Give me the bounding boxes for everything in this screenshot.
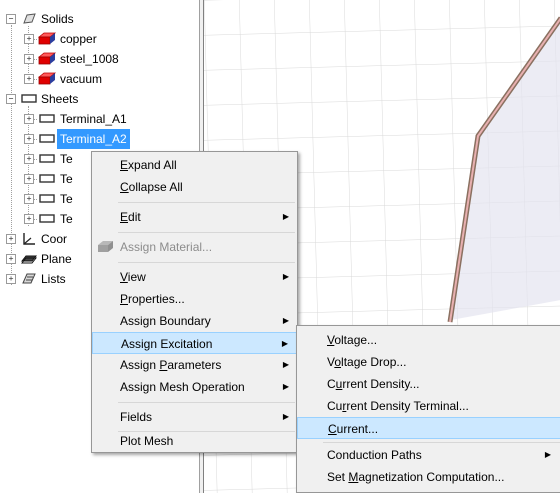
menu-item-plot-mesh[interactable]: Plot Mesh <box>92 430 297 452</box>
tree-label: copper <box>60 32 97 46</box>
tree-label: Plane <box>41 252 72 266</box>
submenu-item-voltage-drop[interactable]: Voltage Drop... <box>297 351 560 373</box>
tree-node-vacuum[interactable]: + vacuum <box>0 69 200 89</box>
material-box-icon <box>37 32 57 45</box>
tree-label: vacuum <box>60 72 103 86</box>
context-menu: Expand All Collapse All Edit ▶ Assign Ma… <box>91 151 298 453</box>
menu-item-expand-all[interactable]: Expand All <box>92 154 297 176</box>
expand-icon[interactable]: + <box>24 174 34 184</box>
expand-icon[interactable]: + <box>24 134 34 144</box>
expand-icon[interactable]: + <box>24 194 34 204</box>
tree-node-terminal-a2[interactable]: + Terminal_A2 <box>0 129 200 149</box>
expand-icon[interactable]: + <box>24 154 34 164</box>
submenu-arrow-icon: ▶ <box>282 382 289 391</box>
assign-material-icon <box>98 241 113 252</box>
expand-icon[interactable]: + <box>24 34 34 44</box>
submenu-arrow-icon: ▶ <box>282 316 289 325</box>
solids-folder-icon <box>23 13 36 24</box>
submenu-item-set-magnetization-computation[interactable]: Set Magnetization Computation... <box>297 466 560 488</box>
tree-node-sheets[interactable]: − Sheets <box>0 89 200 109</box>
submenu-item-voltage[interactable]: Voltage... <box>297 329 560 351</box>
submenu-arrow-icon: ▶ <box>282 272 289 281</box>
expand-icon[interactable]: + <box>6 234 16 244</box>
menu-separator <box>323 442 560 443</box>
tree-label: Te <box>60 152 73 166</box>
menu-item-assign-parameters[interactable]: Assign Parameters ▶ <box>92 354 297 376</box>
menu-item-fields[interactable]: Fields ▶ <box>92 406 297 428</box>
tree-node-copper[interactable]: + copper <box>0 29 200 49</box>
collapse-icon[interactable]: − <box>6 14 16 24</box>
assign-excitation-submenu: Voltage... Voltage Drop... Current Densi… <box>296 325 560 493</box>
submenu-item-current-density[interactable]: Current Density... <box>297 373 560 395</box>
submenu-item-current-density-terminal[interactable]: Current Density Terminal... <box>297 395 560 417</box>
tree-label: Terminal_A1 <box>60 112 127 126</box>
menu-item-assign-excitation[interactable]: Assign Excitation ▶ <box>92 332 297 354</box>
sheet-icon <box>39 134 55 143</box>
tree-label: Te <box>60 172 73 186</box>
tree-node-solids[interactable]: − Solids <box>0 9 200 29</box>
expand-icon[interactable]: + <box>24 214 34 224</box>
menu-item-assign-mesh-operation[interactable]: Assign Mesh Operation ▶ <box>92 376 297 398</box>
submenu-item-current[interactable]: Current... <box>297 417 560 439</box>
sheet-icon <box>39 194 55 203</box>
material-box-icon <box>37 52 57 65</box>
lists-icon <box>22 273 36 284</box>
tree-node-steel-1008[interactable]: + steel_1008 <box>0 49 200 69</box>
tree-label: Solids <box>41 12 74 26</box>
tree-node-terminal-a1[interactable]: + Terminal_A1 <box>0 109 200 129</box>
submenu-arrow-icon: ▶ <box>282 360 289 369</box>
sheet-icon <box>21 94 37 103</box>
tree-label-selected: Terminal_A2 <box>57 129 130 149</box>
tree-label: Te <box>60 212 73 226</box>
planes-icon <box>20 255 38 264</box>
submenu-arrow-icon: ▶ <box>544 450 551 459</box>
tree-label: Coor <box>41 232 68 246</box>
submenu-arrow-icon: ▶ <box>281 339 288 348</box>
sheet-icon <box>39 214 55 223</box>
tree-label: Lists <box>41 272 66 286</box>
menu-item-view[interactable]: View ▶ <box>92 266 297 288</box>
submenu-arrow-icon: ▶ <box>282 412 289 421</box>
menu-item-edit[interactable]: Edit ▶ <box>92 206 297 228</box>
menu-item-assign-boundary[interactable]: Assign Boundary ▶ <box>92 310 297 332</box>
expand-icon[interactable]: + <box>6 274 16 284</box>
sheet-icon <box>39 154 55 163</box>
expand-icon[interactable]: + <box>24 114 34 124</box>
tree-label: Te <box>60 192 73 206</box>
tree-label: Sheets <box>41 92 79 106</box>
submenu-arrow-icon: ▶ <box>282 212 289 221</box>
collapse-icon[interactable]: − <box>6 94 16 104</box>
menu-separator <box>118 232 295 233</box>
menu-item-properties[interactable]: Properties... <box>92 288 297 310</box>
menu-separator <box>118 202 295 203</box>
expand-icon[interactable]: + <box>24 74 34 84</box>
submenu-item-conduction-paths[interactable]: Conduction Paths ▶ <box>297 444 560 466</box>
expand-icon[interactable]: + <box>24 54 34 64</box>
tree-label: steel_1008 <box>60 52 119 66</box>
sheet-icon <box>39 114 55 123</box>
coordinate-system-icon <box>23 233 35 245</box>
sheet-icon <box>39 174 55 183</box>
expand-icon[interactable]: + <box>6 254 16 264</box>
material-box-icon <box>37 72 57 85</box>
menu-item-collapse-all[interactable]: Collapse All <box>92 176 297 198</box>
menu-separator <box>118 402 295 403</box>
menu-item-assign-material[interactable]: Assign Material... <box>92 236 297 258</box>
menu-separator <box>118 262 295 263</box>
